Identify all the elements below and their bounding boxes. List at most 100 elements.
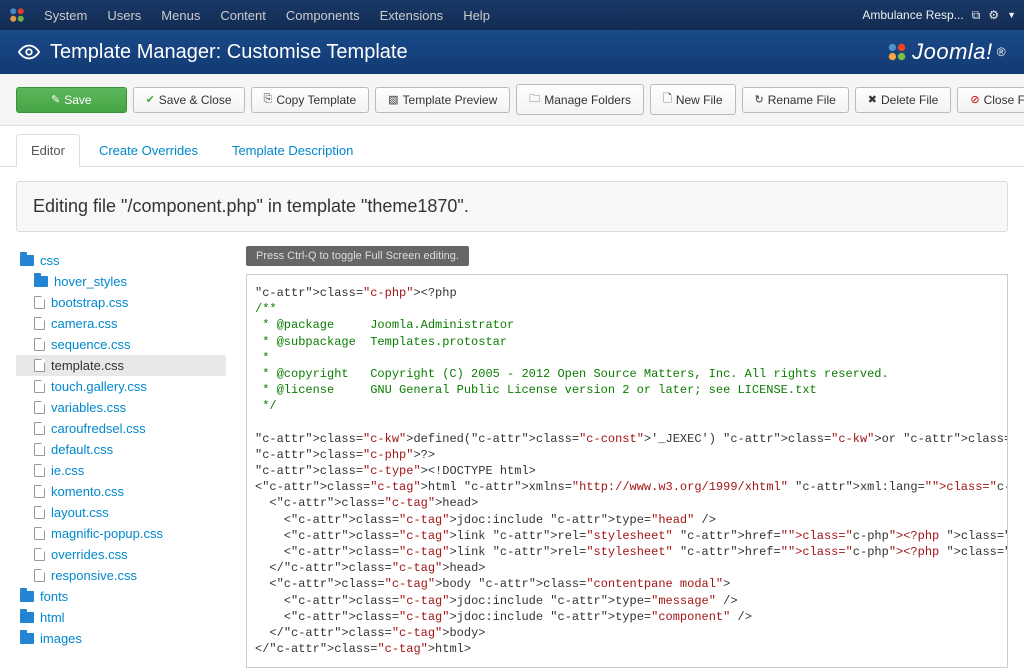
folder-html[interactable]: html: [16, 607, 226, 628]
topmenu-content[interactable]: Content: [210, 8, 276, 23]
close-file-button[interactable]: ⊘Close File: [957, 87, 1024, 113]
tab-create-overrides[interactable]: Create Overrides: [84, 134, 213, 166]
close-icon: ✖: [868, 93, 877, 106]
file-label: camera.css: [51, 316, 117, 331]
file-layout-css[interactable]: layout.css: [16, 502, 226, 523]
toolbar: ✎ Save ✔ Save & Close ⎘Copy Template ▧ Temp…: [0, 74, 1024, 126]
file-icon: [34, 527, 45, 540]
topmenu: SystemUsersMenusContentComponentsExtensi…: [34, 8, 500, 23]
check-icon: ✔: [146, 93, 155, 106]
file-icon: [34, 296, 45, 309]
file-icon: [34, 359, 45, 372]
template-preview-button[interactable]: ▧ Template Preview: [375, 87, 510, 113]
folder-icon: [34, 276, 48, 287]
file-label: variables.css: [51, 400, 126, 415]
topmenu-components[interactable]: Components: [276, 8, 370, 23]
copy-template-label: Copy Template: [276, 93, 356, 107]
topmenu-help[interactable]: Help: [453, 8, 500, 23]
folder-icon: [20, 633, 34, 644]
fullscreen-hint: Press Ctrl-Q to toggle Full Screen editi…: [246, 246, 469, 266]
folder-label: hover_styles: [54, 274, 127, 289]
file-label: overrides.css: [51, 547, 128, 562]
file-icon: 🗋: [663, 90, 672, 109]
copy-icon: ⎘: [264, 93, 273, 106]
editing-file-banner: Editing file "/component.php" in templat…: [16, 181, 1008, 232]
folder-label: css: [40, 253, 60, 268]
tab-editor[interactable]: Editor: [16, 134, 80, 167]
save-close-label: Save & Close: [159, 93, 232, 107]
file-label: touch.gallery.css: [51, 379, 147, 394]
folder-icon: [20, 612, 34, 623]
file-default-css[interactable]: default.css: [16, 439, 226, 460]
cancel-icon: ⊘: [970, 93, 979, 106]
topmenu-users[interactable]: Users: [97, 8, 151, 23]
folder-label: fonts: [40, 589, 68, 604]
file-label: magnific-popup.css: [51, 526, 163, 541]
admin-topbar: SystemUsersMenusContentComponentsExtensi…: [0, 0, 1024, 30]
file-icon: [34, 443, 45, 456]
eye-icon: [18, 41, 40, 63]
tab-template-description[interactable]: Template Description: [217, 134, 368, 166]
joomla-logo: [886, 41, 908, 63]
save-close-button[interactable]: ✔ Save & Close: [133, 87, 245, 113]
topmenu-extensions[interactable]: Extensions: [370, 8, 454, 23]
file-komento-css[interactable]: komento.css: [16, 481, 226, 502]
check-icon: ✎: [51, 93, 60, 106]
rename-file-button[interactable]: ↻ Rename File: [742, 87, 849, 113]
topmenu-system[interactable]: System: [34, 8, 97, 23]
file-icon: [34, 401, 45, 414]
topbar-right: Ambulance Resp... ⧉ ⚙ ▼: [862, 8, 1016, 23]
file-label: sequence.css: [51, 337, 131, 352]
file-caroufredsel-css[interactable]: caroufredsel.css: [16, 418, 226, 439]
file-template-css[interactable]: template.css: [16, 355, 226, 376]
topmenu-menus[interactable]: Menus: [151, 8, 210, 23]
file-ie-css[interactable]: ie.css: [16, 460, 226, 481]
file-sequence-css[interactable]: sequence.css: [16, 334, 226, 355]
tree-files: bootstrap.css camera.css sequence.css templ…: [16, 292, 226, 586]
folder-icon: 🗀: [529, 90, 540, 109]
joomla-brand: Joomla!®: [886, 39, 1006, 65]
file-touch-gallery-css[interactable]: touch.gallery.css: [16, 376, 226, 397]
copy-template-button[interactable]: ⎘Copy Template: [251, 87, 370, 113]
image-icon: ▧: [388, 93, 398, 106]
save-button[interactable]: ✎ Save: [16, 87, 127, 113]
page-title-text: Template Manager: Customise Template: [50, 41, 408, 64]
external-icon[interactable]: ⧉: [972, 8, 981, 23]
file-label: komento.css: [51, 484, 124, 499]
delete-file-label: Delete File: [881, 93, 938, 107]
rename-file-label: Rename File: [768, 93, 836, 107]
file-tree: css hover_styles bootstrap.css camera.css…: [16, 246, 226, 668]
file-icon: [34, 485, 45, 498]
page-title: Template Manager: Customise Template: [18, 41, 408, 64]
folder-hover-styles[interactable]: hover_styles: [16, 271, 226, 292]
file-icon: [34, 548, 45, 561]
file-variables-css[interactable]: variables.css: [16, 397, 226, 418]
file-overrides-css[interactable]: overrides.css: [16, 544, 226, 565]
file-label: template.css: [51, 358, 124, 373]
file-bootstrap-css[interactable]: bootstrap.css: [16, 292, 226, 313]
new-file-button[interactable]: 🗋New File: [650, 84, 736, 115]
folder-images[interactable]: images: [16, 628, 226, 649]
code-editor[interactable]: "c-attr">class="c-php"><?php /** * @pack…: [246, 274, 1008, 668]
chevron-down-icon[interactable]: ▼: [1007, 10, 1016, 20]
file-label: layout.css: [51, 505, 109, 520]
delete-file-button[interactable]: ✖ Delete File: [855, 87, 952, 113]
file-magnific-popup-css[interactable]: magnific-popup.css: [16, 523, 226, 544]
reload-icon: ↻: [755, 93, 764, 106]
manage-folders-label: Manage Folders: [544, 93, 631, 107]
site-name[interactable]: Ambulance Resp...: [862, 8, 963, 22]
template-preview-label: Template Preview: [403, 93, 498, 107]
file-icon: [34, 317, 45, 330]
file-camera-css[interactable]: camera.css: [16, 313, 226, 334]
gear-icon[interactable]: ⚙: [988, 8, 999, 22]
folder-fonts[interactable]: fonts: [16, 586, 226, 607]
folder-css[interactable]: css: [16, 250, 226, 271]
file-icon: [34, 506, 45, 519]
manage-folders-button[interactable]: 🗀 Manage Folders: [516, 84, 644, 115]
file-icon: [34, 338, 45, 351]
folder-label: html: [40, 610, 65, 625]
file-label: caroufredsel.css: [51, 421, 146, 436]
folder-icon: [20, 591, 34, 602]
save-label: Save: [64, 93, 91, 107]
folder-icon: [20, 255, 34, 266]
